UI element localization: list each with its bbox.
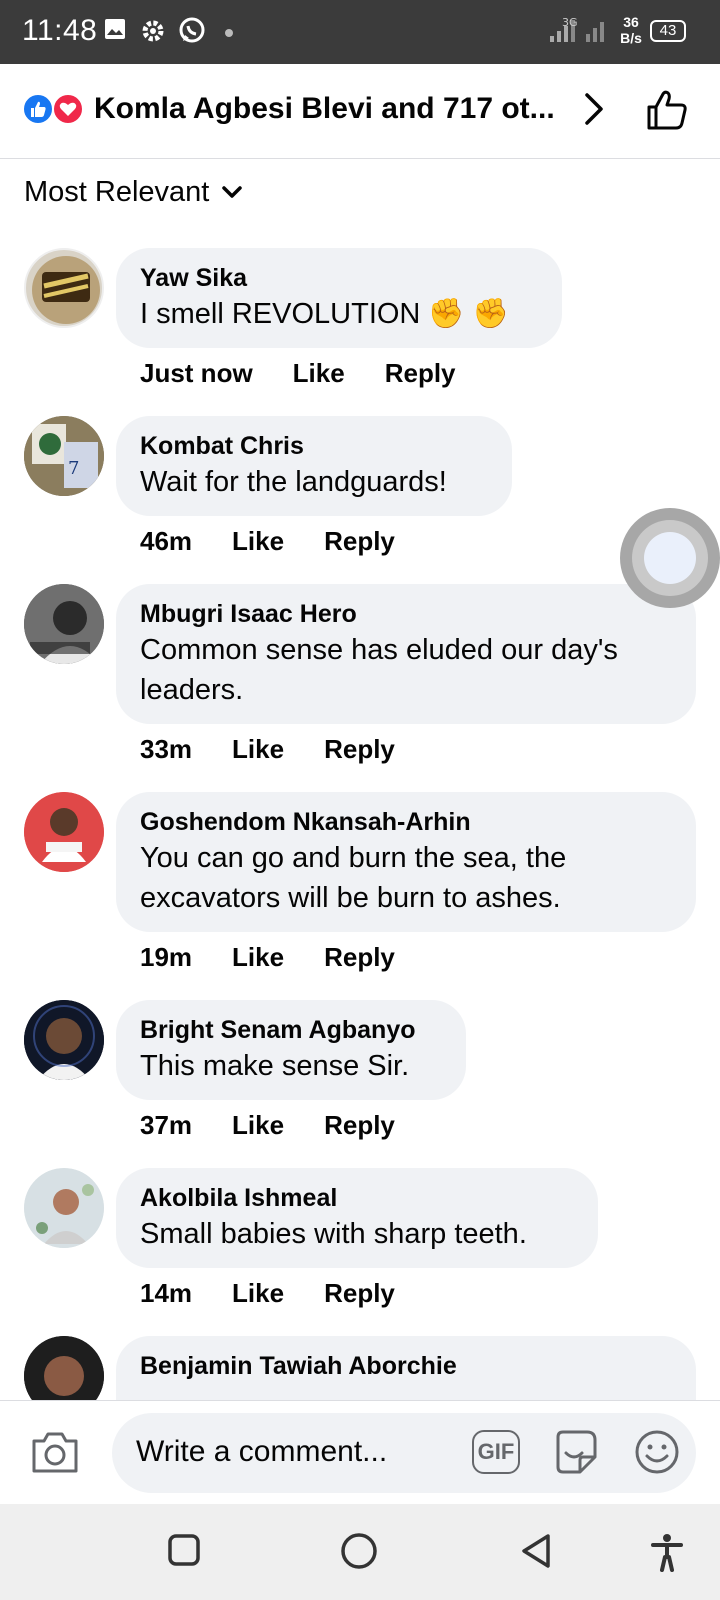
signal-icon: 3G (550, 16, 578, 42)
avatar[interactable] (24, 1336, 104, 1404)
comment-text: I smell REVOLUTION ✊ ✊ (140, 298, 509, 330)
svg-text:7: 7 (68, 458, 79, 479)
comment-bubble[interactable]: Mbugri Isaac Hero Common sense has elude… (116, 584, 696, 724)
comment-bubble[interactable]: Kombat Chris Wait for the landguards! (116, 416, 512, 516)
like-button[interactable]: Like (232, 734, 284, 765)
comment-text: Wait for the landguards! (140, 466, 447, 498)
reply-button[interactable]: Reply (324, 1278, 395, 1309)
comment-timestamp[interactable]: 46m (140, 526, 192, 557)
sort-dropdown[interactable]: Most Relevant (24, 172, 243, 212)
comment-author[interactable]: Goshendom Nkansah-Arhin (140, 806, 672, 838)
comment-actions: Just now Like Reply (140, 358, 496, 389)
comment-actions: 33m Like Reply (140, 734, 435, 765)
reply-button[interactable]: Reply (324, 1110, 395, 1141)
settings-icon (142, 20, 164, 42)
comment-timestamp[interactable]: 37m (140, 1110, 192, 1141)
love-reaction-icon (52, 93, 84, 125)
comment-bubble[interactable]: Goshendom Nkansah-Arhin You can go and b… (116, 792, 696, 932)
gallery-icon (105, 19, 125, 39)
gif-button[interactable]: GIF (472, 1430, 520, 1474)
comment-author[interactable]: Yaw Sika (140, 262, 538, 294)
chevron-right-icon[interactable] (583, 91, 607, 127)
comment-timestamp[interactable]: Just now (140, 358, 253, 389)
comment-bubble[interactable]: Benjamin Tawiah Aborchie (116, 1336, 696, 1404)
comment-text: You can go and burn the sea, the excavat… (140, 842, 567, 914)
home-icon[interactable] (340, 1532, 378, 1570)
comment-author[interactable]: Bright Senam Agbanyo (140, 1014, 442, 1046)
like-button[interactable]: Like (232, 942, 284, 973)
reply-button[interactable]: Reply (324, 734, 395, 765)
sticker-icon[interactable] (550, 1427, 600, 1477)
comment-text: This make sense Sir. (140, 1050, 410, 1082)
comment-input-placeholder: Write a comment... (136, 1435, 388, 1468)
like-button[interactable]: Like (293, 358, 345, 389)
status-bar: 11:48 3G 36 B/s 43 (0, 0, 720, 64)
like-button-icon[interactable] (645, 88, 689, 132)
sort-label: Most Relevant (24, 175, 210, 208)
comment-timestamp[interactable]: 33m (140, 734, 192, 765)
floating-chat-head[interactable] (620, 508, 720, 608)
accessibility-icon[interactable] (650, 1532, 684, 1572)
avatar[interactable]: 7 (24, 416, 104, 496)
like-reaction-icon (22, 93, 54, 125)
reply-button[interactable]: Reply (324, 526, 395, 557)
whatsapp-icon (179, 17, 205, 43)
signal-icon (586, 22, 604, 42)
emoji-icon[interactable] (632, 1427, 682, 1477)
comments-sheet: Komla Agbesi Blevi and 717 ot... Most Re… (0, 64, 720, 1404)
comment-actions: 46m Like Reply (140, 526, 435, 557)
comment-bubble[interactable]: Yaw Sika I smell REVOLUTION ✊ ✊ (116, 248, 562, 348)
comment-input[interactable]: Write a comment... GIF (112, 1413, 696, 1493)
like-button[interactable]: Like (232, 1110, 284, 1141)
comment-author[interactable]: Kombat Chris (140, 430, 488, 462)
reactions-header[interactable]: Komla Agbesi Blevi and 717 ot... (0, 64, 720, 159)
comment-actions: 14m Like Reply (140, 1278, 435, 1309)
avatar[interactable] (24, 584, 104, 664)
reactions-summary[interactable]: Komla Agbesi Blevi and 717 ot... (94, 92, 556, 126)
comment-composer: Write a comment... GIF (0, 1400, 720, 1504)
comment-bubble[interactable]: Bright Senam Agbanyo This make sense Sir… (116, 1000, 466, 1100)
back-icon[interactable] (518, 1532, 554, 1570)
comment-author[interactable]: Mbugri Isaac Hero (140, 598, 672, 630)
comment-timestamp[interactable]: 19m (140, 942, 192, 973)
comment-author[interactable]: Benjamin Tawiah Aborchie (140, 1350, 672, 1382)
avatar[interactable] (24, 1000, 104, 1080)
like-button[interactable]: Like (232, 526, 284, 557)
battery-icon: 43 (650, 20, 686, 42)
recent-apps-icon[interactable] (166, 1532, 202, 1568)
comment-bubble[interactable]: Akolbila Ishmeal Small babies with sharp… (116, 1168, 598, 1268)
comment-timestamp[interactable]: 14m (140, 1278, 192, 1309)
avatar[interactable] (24, 248, 104, 328)
network-speed: 36 B/s (620, 14, 642, 46)
comment-actions: 19m Like Reply (140, 942, 435, 973)
dot-icon (225, 29, 233, 37)
status-time: 11:48 (22, 14, 98, 47)
system-nav-bar (0, 1504, 720, 1600)
comment-actions: 37m Like Reply (140, 1110, 435, 1141)
reply-button[interactable]: Reply (324, 942, 395, 973)
comment-text: Small babies with sharp teeth. (140, 1218, 527, 1250)
like-button[interactable]: Like (232, 1278, 284, 1309)
chevron-down-icon (222, 186, 243, 198)
comment-author[interactable]: Akolbila Ishmeal (140, 1182, 574, 1214)
avatar[interactable] (24, 1168, 104, 1248)
comment-text: Common sense has eluded our day's leader… (140, 634, 618, 706)
svg-text:3G: 3G (562, 16, 578, 29)
reply-button[interactable]: Reply (385, 358, 456, 389)
avatar[interactable] (24, 792, 104, 872)
camera-icon[interactable] (30, 1429, 80, 1475)
